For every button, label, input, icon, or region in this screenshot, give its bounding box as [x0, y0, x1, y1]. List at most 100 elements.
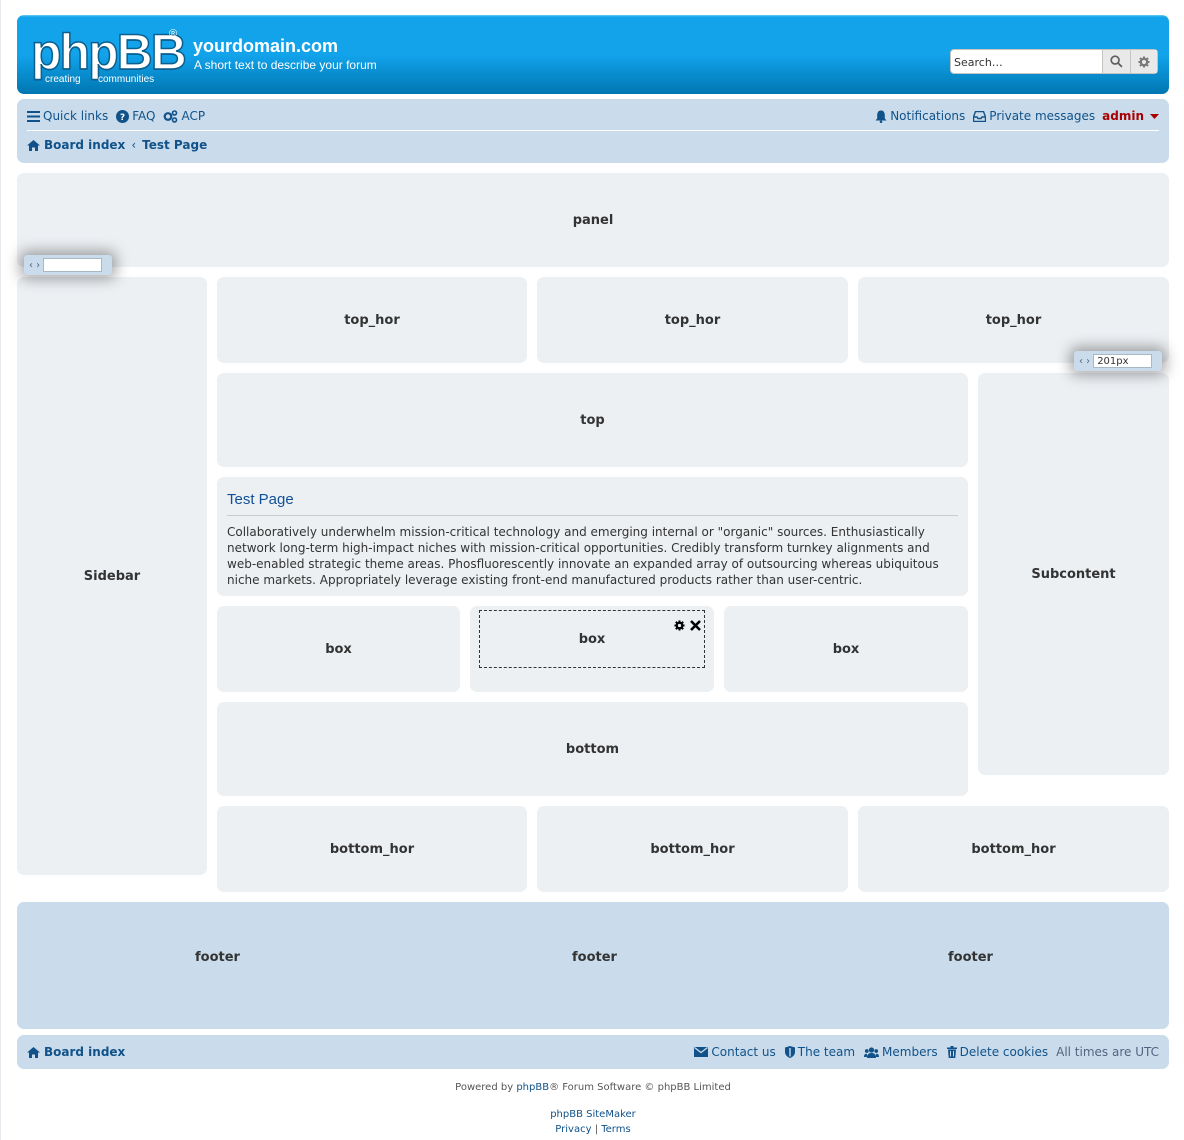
content-title: Test Page [227, 491, 958, 516]
box-block: box [724, 606, 968, 692]
search-button[interactable] [1103, 50, 1131, 73]
search-icon [1110, 55, 1123, 68]
powered-by-text: Powered by [455, 1082, 514, 1093]
terms-link[interactable]: Terms [601, 1124, 630, 1135]
powered-rest-text: ® Forum Software © phpBB Limited [549, 1082, 731, 1093]
logo-tag-left: creating [45, 74, 81, 85]
phpbb-link[interactable]: phpBB [516, 1082, 549, 1093]
top-hor-block: top_hor [217, 277, 527, 363]
footer-navbar: Board index Contact us The team Members … [17, 1035, 1169, 1069]
content-body: Collaboratively underwhelm mission-criti… [227, 525, 939, 587]
footer-block-area: footer footer footer [17, 902, 1169, 1029]
breadcrumb-current[interactable]: Test Page [142, 138, 207, 152]
box-block: box [217, 606, 460, 692]
legal-separator: | [594, 1124, 599, 1135]
inbox-icon [973, 110, 987, 122]
top-hor-label: top_hor [344, 312, 400, 328]
footer-links: Contact us The team Members Delete cooki… [685, 1045, 1159, 1059]
panel-block: panel [17, 173, 1169, 267]
caret-down-icon [1150, 113, 1159, 119]
logo-text: phpBB [30, 24, 187, 80]
footer-label: footer [948, 950, 993, 965]
breadcrumb-separator: ‹ [131, 138, 137, 152]
acp-label: ACP [181, 109, 206, 123]
bottom-hor-label: bottom_hor [650, 841, 735, 857]
box-label: box [325, 641, 352, 657]
legal-links: Privacy | Terms [1, 1124, 1184, 1135]
nav-divider [27, 130, 1159, 131]
top-hor-label: top_hor [985, 312, 1042, 328]
quick-links-menu[interactable]: Quick links [27, 109, 108, 123]
timezone-text: All times are UTC [1056, 1045, 1159, 1059]
bottom-hor-block: bottom_hor [858, 806, 1169, 892]
footer-board-index-link[interactable]: Board index [27, 1045, 125, 1059]
delete-cookies-link[interactable]: Delete cookies [946, 1045, 1049, 1059]
bottom-hor-label: bottom_hor [329, 841, 415, 857]
footer-board-index-label: Board index [44, 1045, 126, 1059]
sidebar-label: Sidebar [83, 568, 141, 584]
contact-us-label: Contact us [711, 1045, 776, 1059]
acp-link[interactable]: ACP [163, 109, 205, 123]
faq-link[interactable]: ? FAQ [116, 109, 155, 123]
subcontent-block: Subcontent [978, 373, 1169, 775]
user-menu[interactable]: admin [1102, 109, 1159, 123]
the-team-link[interactable]: The team [784, 1045, 856, 1059]
breadcrumb-board-index[interactable]: Board index [44, 138, 125, 152]
box-label: box [832, 641, 860, 657]
privacy-link[interactable]: Privacy [555, 1124, 591, 1135]
search-input[interactable]: Search… [951, 50, 1103, 73]
breadcrumb: Board index ‹ Test Page [27, 138, 207, 152]
resize-arrows-icon: ‹ › [29, 259, 41, 271]
bottom-hor-label: bottom_hor [971, 841, 1056, 857]
bell-icon [875, 110, 887, 123]
cogs-icon [164, 109, 178, 123]
navbar: Quick links ? FAQ ACP Notifications Priv… [17, 99, 1169, 163]
site-title[interactable]: yourdomain.com [193, 36, 338, 57]
the-team-label: The team [797, 1045, 856, 1059]
bottom-block: bottom [217, 702, 968, 796]
gear-icon [1138, 56, 1150, 67]
bottom-label: bottom [565, 741, 620, 757]
sitemaker-line: phpBB SiteMaker [1, 1109, 1184, 1120]
members-link[interactable]: Members [864, 1045, 938, 1059]
notifications-link[interactable]: Notifications [875, 109, 965, 123]
delete-cookies-label: Delete cookies [959, 1045, 1049, 1059]
site-description: A short text to describe your forum [194, 58, 377, 72]
phpbb-logo[interactable]: phpBB ® creating communities [30, 24, 187, 85]
page-content: Test Page Collaboratively underwhelm mis… [217, 477, 968, 596]
home-icon [27, 139, 40, 151]
nav-links: Quick links ? FAQ ACP Notifications Priv… [27, 108, 1159, 124]
box-label: box [578, 631, 606, 647]
registered-mark: ® [169, 28, 178, 40]
trash-icon [946, 1046, 957, 1058]
private-messages-link[interactable]: Private messages [973, 109, 1095, 123]
subcontent-label: Subcontent [1031, 566, 1116, 582]
user-links: Notifications Private messages admin [867, 109, 1159, 123]
contact-us-link[interactable]: Contact us [694, 1045, 776, 1059]
block-controls [674, 620, 701, 631]
members-label: Members [882, 1045, 938, 1059]
username: admin [1102, 109, 1144, 123]
quick-links-label: Quick links [43, 109, 109, 123]
top-hor-label: top_hor [664, 312, 721, 328]
resize-arrows-icon: ‹ › [1079, 355, 1091, 367]
subcontent-width-input[interactable]: 201px [1093, 354, 1153, 368]
top-hor-block: top_hor [537, 277, 848, 363]
top-label: top [580, 412, 605, 428]
faq-label: FAQ [132, 109, 156, 123]
search-box: Search… [950, 49, 1158, 74]
sitemaker-link[interactable]: phpBB SiteMaker [550, 1109, 636, 1120]
svg-text:?: ? [120, 113, 125, 123]
users-icon [864, 1046, 880, 1058]
settings-icon[interactable] [674, 620, 685, 631]
footer-label: footer [572, 950, 617, 965]
close-icon[interactable] [690, 620, 701, 631]
header-bar: phpBB ® creating communities yourdomain.… [17, 15, 1169, 94]
advanced-search-button[interactable] [1131, 50, 1157, 73]
sidebar-width-resizer[interactable]: ‹ › [24, 255, 112, 275]
copyright-line: Powered by phpBB® Forum Software © phpBB… [1, 1082, 1184, 1093]
hamburger-icon [27, 110, 40, 122]
editable-box-block[interactable]: box [479, 610, 705, 668]
subcontent-width-resizer[interactable]: ‹ › 201px [1074, 351, 1162, 371]
sidebar-width-input[interactable] [43, 258, 103, 272]
